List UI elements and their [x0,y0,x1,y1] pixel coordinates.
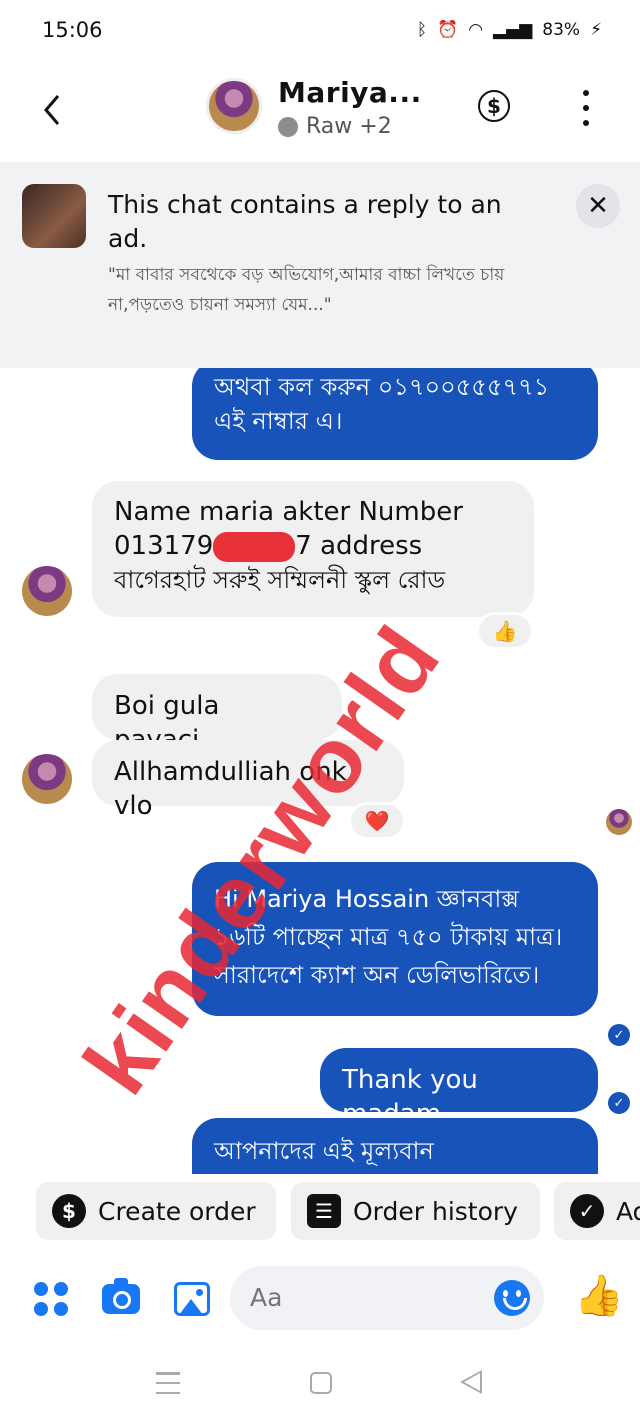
chip-label: Create order [98,1196,256,1226]
recents-line [156,1391,180,1394]
chip-label: Order history [353,1196,518,1226]
apps-grid-icon[interactable] [34,1282,68,1316]
charging-icon: ⚡ [590,20,602,40]
check-circle-icon: ✓ [570,1194,604,1228]
sender-avatar[interactable] [22,754,72,804]
ad-quote-text: "মা বাবার সবথেকে বড় অভিযোগ,আমার বাচ্চা … [108,265,505,315]
grid-dot [54,1282,68,1296]
grid-dot [54,1302,68,1316]
grid-dot [34,1302,48,1316]
message-text: আপনাদের এই মূল্যবান [214,1137,434,1165]
more-dot-icon [583,120,589,126]
system-navigation-bar [0,1350,640,1422]
back-arrow-icon[interactable] [38,90,68,130]
message-list[interactable]: অথবা কল করুন ০১৭০০৫৫৫৭৭১ এই নাম্বার এ। N… [0,368,640,1174]
signal-icon: ▂▄▆ [493,20,533,40]
order-history-chip[interactable]: ☰ Order history [291,1182,540,1240]
ad-chip[interactable]: ✓ Ad [554,1182,640,1240]
ad-thumbnail[interactable] [22,184,86,248]
bluetooth-icon: ᛒ [416,20,428,40]
read-receipt-avatar [606,809,632,835]
contact-name[interactable]: Mariya... [278,76,422,109]
camera-icon[interactable] [102,1278,140,1314]
payment-button[interactable]: $ [478,90,510,122]
recents-icon[interactable] [156,1372,180,1394]
status-icons: ᛒ ⏰ ◠ ▂▄▆ 83% ⚡ [417,20,602,40]
status-time: 15:06 [42,18,103,42]
close-icon: ✕ [587,191,609,221]
nav-back-icon[interactable] [460,1370,482,1394]
more-options-button[interactable] [572,90,600,126]
delivered-check-icon: ✓ [608,1092,630,1114]
more-dot-icon [583,90,589,96]
quick-actions-bar: $ Create order ☰ Order history ✓ Ad [0,1182,640,1242]
recents-line [156,1381,180,1385]
chip-label: Ad [616,1196,640,1226]
more-dot-icon [583,105,589,111]
emoji-icon[interactable] [494,1280,530,1316]
wifi-icon: ◠ [468,20,484,40]
message-text-fragment: 7 address [295,531,423,561]
recents-line [156,1372,180,1375]
contact-avatar[interactable] [206,78,262,134]
message-line: Name maria akter Number [114,497,463,527]
sender-avatar[interactable] [22,566,72,616]
message-outgoing[interactable]: Thank you madam [320,1048,598,1129]
battery-level: 83% [542,20,581,40]
presence-label: Raw +2 [306,114,392,139]
home-icon[interactable] [310,1372,332,1394]
dollar-icon: $ [52,1194,86,1228]
thumbs-up-icon[interactable]: 👍 [574,1276,624,1316]
message-text: অথবা কল করুন ০১৭০০৫৫৫৭৭১ এই নাম্বার এ। [214,373,550,435]
status-bar: 15:06 ᛒ ⏰ ◠ ▂▄▆ 83% ⚡ [0,0,640,62]
offline-dot-icon [278,116,298,137]
ad-banner-title: This chat contains a reply to an ad. [108,190,502,253]
redaction-mark [213,531,296,562]
thumbs-up-reaction-icon: 👍 [492,619,518,643]
reaction-badge[interactable]: 👍 [476,612,534,650]
grid-dot [34,1282,48,1296]
message-text-fragment: 013179 [114,531,214,561]
gallery-icon[interactable] [174,1282,210,1316]
presence-status: Raw +2 [278,114,392,139]
delivered-check-icon: ✓ [608,1024,630,1046]
message-outgoing[interactable]: আপনাদের এই মূল্যবান [192,1118,598,1174]
alarm-icon: ⏰ [437,20,459,40]
message-outgoing[interactable]: অথবা কল করুন ০১৭০০৫৫৫৭৭১ এই নাম্বার এ। [192,368,598,460]
message-incoming[interactable]: Name maria akter Number 013179 7 address … [92,481,534,617]
create-order-chip[interactable]: $ Create order [36,1182,276,1240]
ad-reply-banner[interactable]: This chat contains a reply to an ad. "মা… [0,162,640,368]
dollar-icon: $ [487,94,501,118]
heart-reaction-icon: ❤️ [364,809,390,833]
message-composer: 👍 [0,1262,640,1336]
message-line: বাগেরহাট সরুই সম্মিলনী স্কুল রোড [114,566,446,594]
receipt-icon: ☰ [307,1194,341,1228]
chat-header: Mariya... Raw +2 $ [0,62,640,160]
message-line: 013179 7 address [114,529,512,563]
close-banner-button[interactable]: ✕ [576,184,620,228]
